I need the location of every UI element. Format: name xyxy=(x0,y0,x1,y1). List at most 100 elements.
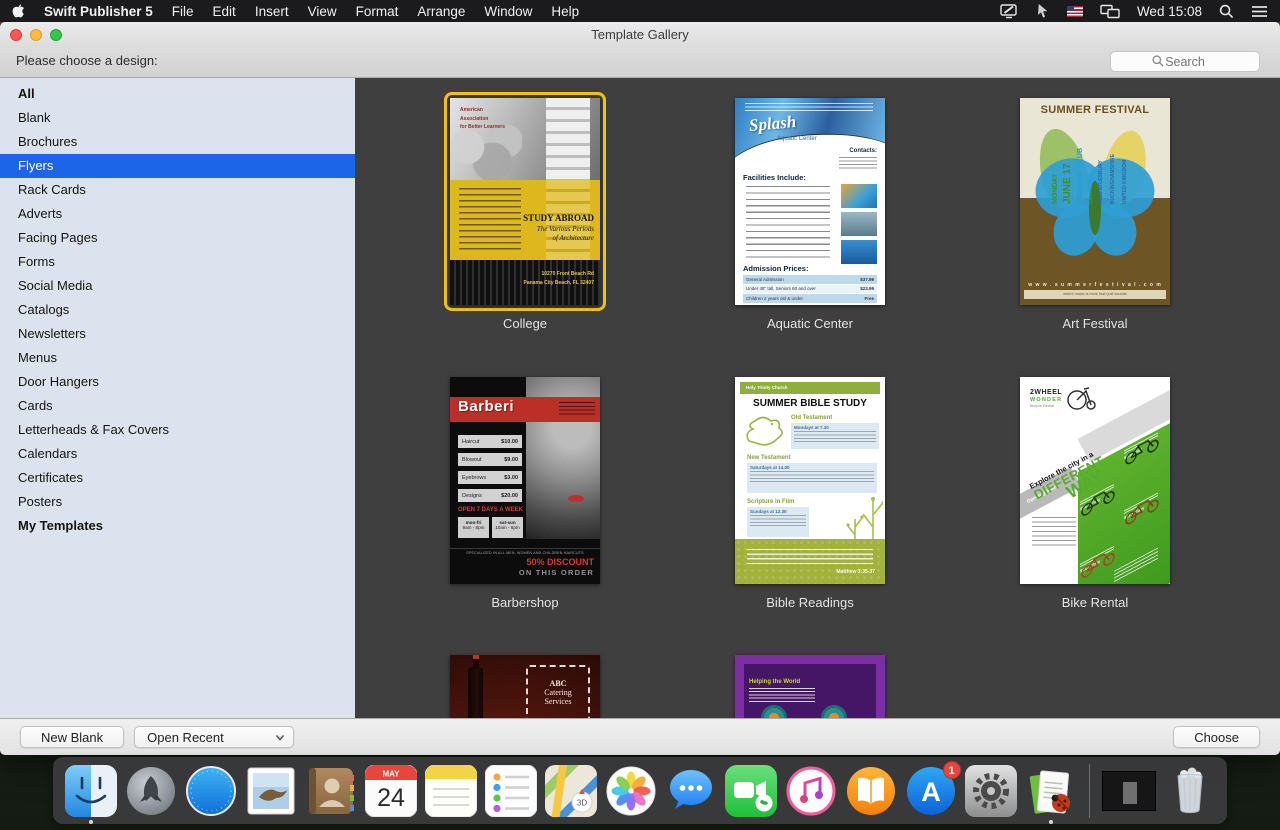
barber-price-row: Haircut $10.00 xyxy=(458,435,522,448)
sidebar-item-social-media[interactable]: Social Media xyxy=(0,274,355,298)
bible-section-new-testament: New Testament xyxy=(747,455,791,461)
menu-arrange[interactable]: Arrange xyxy=(417,4,465,19)
template-bike-rental[interactable]: $9.50/day $14.50/day $12.50/day xyxy=(1020,377,1170,584)
art-line-united-kingdom: UNITED KINGDOM xyxy=(1122,118,1128,204)
bible-church-band: Holy Trinity Church xyxy=(740,382,880,394)
catering-rope-frame: ABC Catering Services xyxy=(526,665,590,718)
bike-logo-2wheel: 2WHEEL xyxy=(1030,389,1062,396)
dock-swift-publisher-icon[interactable] xyxy=(1025,765,1077,817)
price-label: Eyebrows xyxy=(462,475,486,481)
template-barbershop[interactable]: Barberi Haircut $10.00 Blowout $9.00 Eye… xyxy=(450,377,600,584)
price-value: $3.00 xyxy=(504,475,518,481)
menu-edit[interactable]: Edit xyxy=(213,4,236,19)
dock-finder-icon[interactable] xyxy=(65,765,117,817)
menu-format[interactable]: Format xyxy=(356,4,399,19)
dock-app-store-icon[interactable]: A 1 xyxy=(905,765,957,817)
college-org-text: American Association for Better Learners xyxy=(460,106,505,132)
barber-specialized-strip: SPECIALIZED IN ALL MEN, WOMEN AND CHILDR… xyxy=(450,548,600,555)
dock-safari-icon[interactable] xyxy=(185,765,237,817)
dock-itunes-icon[interactable] xyxy=(785,765,837,817)
barber-red-band: Barberi xyxy=(450,397,600,422)
sidebar-item-calendars[interactable]: Calendars xyxy=(0,442,355,466)
barber-band-text-lines xyxy=(559,402,595,415)
dock-notes-icon[interactable] xyxy=(425,765,477,817)
notification-center-icon[interactable] xyxy=(1251,5,1268,18)
pointer-icon[interactable] xyxy=(1035,3,1050,19)
zoom-window-button[interactable] xyxy=(50,29,62,41)
minimize-window-button[interactable] xyxy=(30,29,42,41)
dock-reminders-icon[interactable] xyxy=(485,765,537,817)
choose-button[interactable]: Choose xyxy=(1173,726,1260,748)
sidebar-item-rack-cards[interactable]: Rack Cards xyxy=(0,178,355,202)
displays-icon[interactable] xyxy=(1100,4,1120,19)
open-recent-dropdown[interactable]: Open Recent xyxy=(134,726,294,748)
sidebar-item-facing-pages[interactable]: Facing Pages xyxy=(0,226,355,250)
sidebar-item-letterheads[interactable]: Letterheads & Fax Covers xyxy=(0,418,355,442)
menu-app-name[interactable]: Swift Publisher 5 xyxy=(44,4,153,19)
display-pencil-icon[interactable] xyxy=(1000,3,1018,19)
art-line-buckinghamshire: BUCKINGHAMSHIRE xyxy=(1110,118,1116,204)
menu-help[interactable]: Help xyxy=(551,4,579,19)
menu-window[interactable]: Window xyxy=(484,4,532,19)
title-bar[interactable]: Template Gallery xyxy=(0,22,1280,48)
sidebar-item-door-hangers[interactable]: Door Hangers xyxy=(0,370,355,394)
search-input[interactable] xyxy=(1110,51,1260,72)
dock-separator xyxy=(1089,764,1090,818)
spotlight-icon[interactable] xyxy=(1219,4,1234,19)
close-window-button[interactable] xyxy=(10,29,22,41)
input-source-us-flag-icon[interactable] xyxy=(1067,6,1083,17)
catering-line3: Services xyxy=(528,697,588,706)
dock-mail-icon[interactable] xyxy=(245,765,297,817)
sidebar-item-adverts[interactable]: Adverts xyxy=(0,202,355,226)
price-label: Under 48" tall, Seniors 60 and over xyxy=(746,286,816,291)
dock-messages-icon[interactable] xyxy=(665,765,717,817)
sidebar-item-posters[interactable]: Posters xyxy=(0,490,355,514)
open-recent-label: Open Recent xyxy=(147,730,224,745)
aquatic-price-row: Children 2 years old & under Free xyxy=(743,294,877,303)
menu-view[interactable]: View xyxy=(308,4,337,19)
template-label-barbershop: Barbershop xyxy=(425,595,625,610)
chevron-down-icon xyxy=(275,734,285,741)
aquatic-photo-2 xyxy=(841,212,877,236)
dock-trash-icon[interactable] xyxy=(1164,765,1216,817)
aquatic-contacts-heading: Contacts: xyxy=(849,148,877,154)
sidebar-item-my-templates[interactable]: My Templates xyxy=(0,514,355,538)
college-bullet-lines xyxy=(459,188,521,252)
template-catering[interactable]: ABC Catering Services xyxy=(450,655,600,718)
menu-clock[interactable]: Wed 15:08 xyxy=(1137,4,1202,19)
dock-facetime-icon[interactable] xyxy=(725,765,777,817)
gallery-footer: New Blank Open Recent Choose xyxy=(0,718,1280,755)
template-art-festival[interactable]: MONDAY JUNE 17 MIDNIGHT CLUB Canterbury … xyxy=(1020,98,1170,305)
dock-contacts-icon[interactable] xyxy=(305,765,357,817)
sidebar-item-catalogs[interactable]: Catalogs xyxy=(0,298,355,322)
new-blank-button[interactable]: New Blank xyxy=(20,726,124,748)
dock-minimized-window[interactable] xyxy=(1102,771,1156,811)
template-bible-readings[interactable]: Holy Trinity Church SUMMER BIBLE STUDY O… xyxy=(735,377,885,584)
sidebar-item-flyers[interactable]: Flyers xyxy=(0,154,355,178)
sidebar-item-cards[interactable]: Cards xyxy=(0,394,355,418)
price-label: General Admission xyxy=(746,277,784,282)
sidebar-item-blank[interactable]: Blank xyxy=(0,106,355,130)
sidebar-item-newsletters[interactable]: Newsletters xyxy=(0,322,355,346)
sidebar-item-forms[interactable]: Forms xyxy=(0,250,355,274)
dock-system-preferences-icon[interactable] xyxy=(965,765,1017,817)
dock-calendar-icon[interactable]: MAY 24 xyxy=(365,765,417,817)
price-value: Free xyxy=(864,296,874,301)
price-value: $23.99 xyxy=(860,286,874,291)
dock-photos-icon[interactable] xyxy=(605,765,657,817)
apple-menu-icon[interactable] xyxy=(12,3,25,19)
bike-logo-wonder: WONDER xyxy=(1030,397,1062,403)
template-aquatic-center[interactable]: Splash Aquatic Center Contacts: Faciliti… xyxy=(735,98,885,305)
sidebar-item-all[interactable]: All xyxy=(0,82,355,106)
menu-insert[interactable]: Insert xyxy=(255,4,289,19)
template-college[interactable]: American Association for Better Learners… xyxy=(450,98,600,305)
template-helping-the-world[interactable]: Helping the World xyxy=(735,655,885,718)
menu-file[interactable]: File xyxy=(172,4,194,19)
sidebar-item-brochures[interactable]: Brochures xyxy=(0,130,355,154)
sidebar-item-menus[interactable]: Menus xyxy=(0,346,355,370)
barber-price-row: Eyebrows $3.00 xyxy=(458,471,522,484)
dock-maps-icon[interactable]: 3D xyxy=(545,765,597,817)
dock-ibooks-icon[interactable] xyxy=(845,765,897,817)
sidebar-item-certificates[interactable]: Certificates xyxy=(0,466,355,490)
dock-launchpad-icon[interactable] xyxy=(125,765,177,817)
